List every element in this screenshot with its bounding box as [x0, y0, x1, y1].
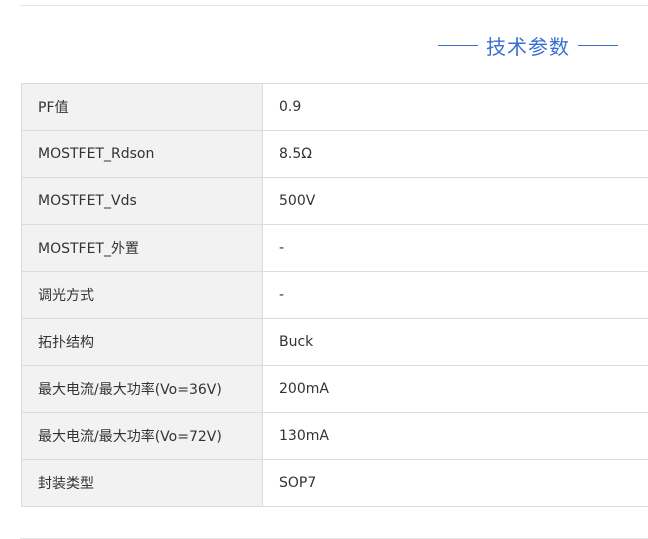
- heading-left-dash: [438, 44, 478, 46]
- heading-right-dash: [578, 44, 618, 46]
- spec-key: 调光方式: [21, 271, 263, 319]
- spec-row: 拓扑结构 Buck: [21, 318, 648, 366]
- spec-row: 封装类型 SOP7: [21, 459, 648, 507]
- spec-row: PF值 0.9: [21, 83, 648, 131]
- section-title: 技术参数: [486, 34, 570, 59]
- spec-key: 封装类型: [21, 459, 263, 507]
- spec-value: 500V: [262, 177, 648, 225]
- spec-row: MOSTFET_外置 -: [21, 224, 648, 272]
- spec-value: SOP7: [262, 459, 648, 507]
- spec-key: MOSTFET_Rdson: [21, 130, 263, 178]
- spec-value: 0.9: [262, 83, 648, 131]
- spec-row: 最大电流/最大功率(Vo=36V) 200mA: [21, 365, 648, 413]
- spec-value: -: [262, 271, 648, 319]
- section-heading: 技术参数: [438, 30, 618, 60]
- spec-page: 技术参数 PF值 0.9 MOSTFET_Rdson 8.5Ω MOSTFET_…: [0, 0, 648, 539]
- spec-table: PF值 0.9 MOSTFET_Rdson 8.5Ω MOSTFET_Vds 5…: [21, 83, 648, 507]
- spec-value: 8.5Ω: [262, 130, 648, 178]
- spec-row: 最大电流/最大功率(Vo=72V) 130mA: [21, 412, 648, 460]
- spec-value: 200mA: [262, 365, 648, 413]
- spec-key: MOSTFET_外置: [21, 224, 263, 272]
- spec-row: 调光方式 -: [21, 271, 648, 319]
- spec-key: MOSTFET_Vds: [21, 177, 263, 225]
- spec-key: 最大电流/最大功率(Vo=36V): [21, 365, 263, 413]
- top-divider: [20, 5, 648, 6]
- spec-row: MOSTFET_Rdson 8.5Ω: [21, 130, 648, 178]
- spec-key: PF值: [21, 83, 263, 131]
- spec-value: Buck: [262, 318, 648, 366]
- spec-value: -: [262, 224, 648, 272]
- spec-key: 最大电流/最大功率(Vo=72V): [21, 412, 263, 460]
- spec-value: 130mA: [262, 412, 648, 460]
- spec-row: MOSTFET_Vds 500V: [21, 177, 648, 225]
- spec-key: 拓扑结构: [21, 318, 263, 366]
